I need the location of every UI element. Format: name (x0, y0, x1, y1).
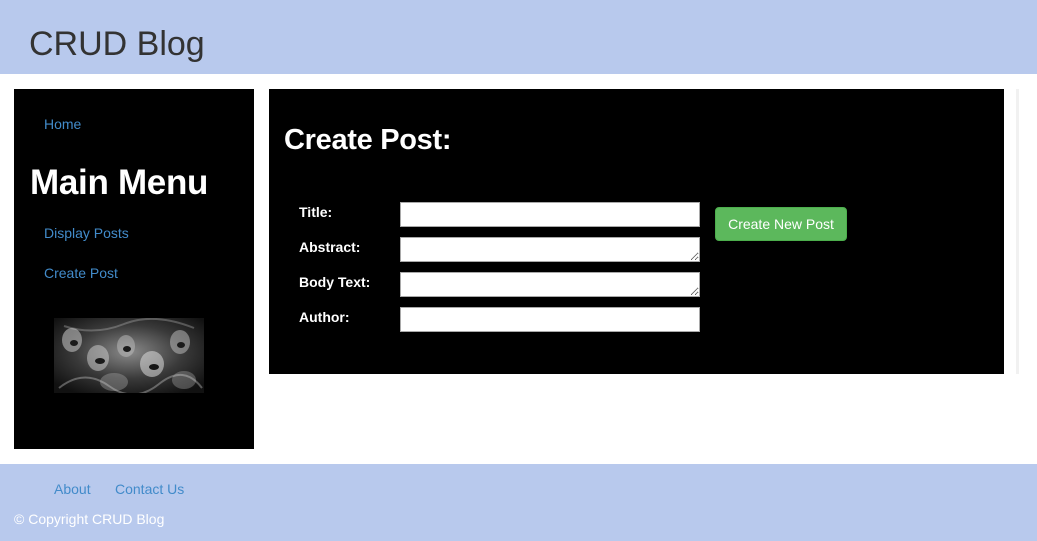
author-label: Author: (299, 309, 350, 325)
footer-about-link[interactable]: About (54, 481, 91, 497)
body-text-textarea[interactable] (400, 272, 700, 297)
site-header: CRUD Blog (0, 0, 1037, 74)
footer-contact-link[interactable]: Contact Us (115, 481, 184, 497)
sidebar-artwork-image (54, 318, 204, 393)
main-menu-heading: Main Menu (30, 163, 209, 202)
content-shadow (1016, 89, 1019, 374)
nav-home-link[interactable]: Home (44, 116, 81, 132)
sidebar: Home Main Menu Display Posts Create Post (14, 89, 254, 449)
title-input[interactable] (400, 202, 700, 227)
abstract-textarea[interactable] (400, 237, 700, 262)
nav-display-posts-link[interactable]: Display Posts (44, 225, 129, 241)
abstract-label: Abstract: (299, 239, 361, 255)
nav-create-post-link[interactable]: Create Post (44, 265, 118, 281)
create-new-post-button[interactable]: Create New Post (715, 207, 847, 241)
site-footer: About Contact Us © Copyright CRUD Blog (0, 464, 1037, 541)
site-title: CRUD Blog (29, 25, 205, 63)
author-input[interactable] (400, 307, 700, 332)
create-post-panel: Create Post: Title: Abstract: Body Text:… (269, 89, 1004, 374)
copyright-text: © Copyright CRUD Blog (14, 511, 165, 527)
title-label: Title: (299, 204, 333, 220)
form-heading: Create Post: (284, 124, 452, 156)
body-text-label: Body Text: (299, 274, 371, 290)
